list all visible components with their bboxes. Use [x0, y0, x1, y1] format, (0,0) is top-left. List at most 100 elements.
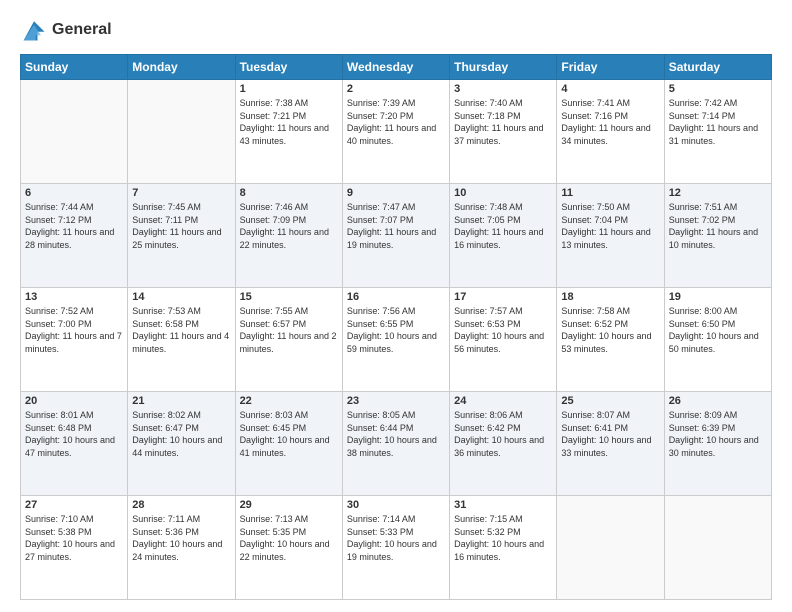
- day-cell: 27 Sunrise: 7:10 AMSunset: 5:38 PMDayligh…: [21, 496, 128, 600]
- day-info: Sunrise: 7:14 AMSunset: 5:33 PMDaylight:…: [347, 513, 445, 563]
- weekday-header-thursday: Thursday: [450, 55, 557, 80]
- day-number: 24: [454, 395, 552, 407]
- week-row-3: 13 Sunrise: 7:52 AMSunset: 7:00 PMDayligh…: [21, 288, 772, 392]
- day-cell: [128, 80, 235, 184]
- weekday-header-friday: Friday: [557, 55, 664, 80]
- day-number: 2: [347, 83, 445, 95]
- day-info: Sunrise: 7:53 AMSunset: 6:58 PMDaylight:…: [132, 305, 230, 355]
- day-cell: 5 Sunrise: 7:42 AMSunset: 7:14 PMDaylight…: [664, 80, 771, 184]
- day-number: 26: [669, 395, 767, 407]
- day-info: Sunrise: 7:44 AMSunset: 7:12 PMDaylight:…: [25, 201, 123, 251]
- day-cell: 31Sunrise: 7:15 AMSunset: 5:32 PMDayligh…: [450, 496, 557, 600]
- day-info: Sunrise: 7:51 AMSunset: 7:02 PMDaylight:…: [669, 201, 767, 251]
- day-number: 21: [132, 395, 230, 407]
- week-row-4: 20Sunrise: 8:01 AMSunset: 6:48 PMDayligh…: [21, 392, 772, 496]
- day-number: 6: [25, 187, 123, 199]
- day-cell: 11Sunrise: 7:50 AMSunset: 7:04 PMDayligh…: [557, 184, 664, 288]
- day-cell: 6 Sunrise: 7:44 AMSunset: 7:12 PMDaylight…: [21, 184, 128, 288]
- day-number: 4: [561, 83, 659, 95]
- header: General: [20, 16, 772, 44]
- day-cell: 28Sunrise: 7:11 AMSunset: 5:36 PMDayligh…: [128, 496, 235, 600]
- day-info: Sunrise: 7:52 AMSunset: 7:00 PMDaylight:…: [25, 305, 123, 355]
- day-info: Sunrise: 7:38 AMSunset: 7:21 PMDaylight:…: [240, 97, 338, 147]
- day-cell: 22 Sunrise: 8:03 AMSunset: 6:45 PMDayligh…: [235, 392, 342, 496]
- day-cell: 7 Sunrise: 7:45 AMSunset: 7:11 PMDaylight…: [128, 184, 235, 288]
- day-number: 17: [454, 291, 552, 303]
- day-info: Sunrise: 8:07 AMSunset: 6:41 PMDaylight:…: [561, 409, 659, 459]
- day-number: 16: [347, 291, 445, 303]
- day-number: 18: [561, 291, 659, 303]
- day-info: Sunrise: 8:05 AMSunset: 6:44 PMDaylight:…: [347, 409, 445, 459]
- day-info: Sunrise: 7:41 AMSunset: 7:16 PMDaylight:…: [561, 97, 659, 147]
- day-cell: 21 Sunrise: 8:02 AMSunset: 6:47 PMDayligh…: [128, 392, 235, 496]
- day-number: 19: [669, 291, 767, 303]
- day-cell: [21, 80, 128, 184]
- day-info: Sunrise: 7:50 AMSunset: 7:04 PMDaylight:…: [561, 201, 659, 251]
- day-number: 5: [669, 83, 767, 95]
- day-cell: 1Sunrise: 7:38 AMSunset: 7:21 PMDaylight…: [235, 80, 342, 184]
- day-info: Sunrise: 7:40 AMSunset: 7:18 PMDaylight:…: [454, 97, 552, 147]
- day-cell: 12 Sunrise: 7:51 AMSunset: 7:02 PMDayligh…: [664, 184, 771, 288]
- day-cell: 3 Sunrise: 7:40 AMSunset: 7:18 PMDaylight…: [450, 80, 557, 184]
- day-info: Sunrise: 7:39 AMSunset: 7:20 PMDaylight:…: [347, 97, 445, 147]
- day-cell: 9 Sunrise: 7:47 AMSunset: 7:07 PMDaylight…: [342, 184, 449, 288]
- logo: General: [20, 16, 112, 44]
- day-info: Sunrise: 7:47 AMSunset: 7:07 PMDaylight:…: [347, 201, 445, 251]
- day-info: Sunrise: 8:03 AMSunset: 6:45 PMDaylight:…: [240, 409, 338, 459]
- day-number: 7: [132, 187, 230, 199]
- day-cell: 13 Sunrise: 7:52 AMSunset: 7:00 PMDayligh…: [21, 288, 128, 392]
- page: General SundayMondayTuesdayWednesdayThur…: [0, 0, 792, 612]
- day-cell: 26Sunrise: 8:09 AMSunset: 6:39 PMDayligh…: [664, 392, 771, 496]
- calendar-table: SundayMondayTuesdayWednesdayThursdayFrid…: [20, 54, 772, 600]
- week-row-5: 27 Sunrise: 7:10 AMSunset: 5:38 PMDayligh…: [21, 496, 772, 600]
- day-number: 14: [132, 291, 230, 303]
- day-number: 3: [454, 83, 552, 95]
- day-info: Sunrise: 7:48 AMSunset: 7:05 PMDaylight:…: [454, 201, 552, 251]
- day-number: 27: [25, 499, 123, 511]
- day-cell: 29Sunrise: 7:13 AMSunset: 5:35 PMDayligh…: [235, 496, 342, 600]
- day-info: Sunrise: 7:55 AMSunset: 6:57 PMDaylight:…: [240, 305, 338, 355]
- day-cell: 2 Sunrise: 7:39 AMSunset: 7:20 PMDaylight…: [342, 80, 449, 184]
- day-info: Sunrise: 8:06 AMSunset: 6:42 PMDaylight:…: [454, 409, 552, 459]
- day-number: 22: [240, 395, 338, 407]
- day-cell: 24 Sunrise: 8:06 AMSunset: 6:42 PMDayligh…: [450, 392, 557, 496]
- logo-text: General: [52, 21, 112, 39]
- day-cell: 15 Sunrise: 7:55 AMSunset: 6:57 PMDayligh…: [235, 288, 342, 392]
- day-cell: 16 Sunrise: 7:56 AMSunset: 6:55 PMDayligh…: [342, 288, 449, 392]
- day-cell: 10Sunrise: 7:48 AMSunset: 7:05 PMDayligh…: [450, 184, 557, 288]
- weekday-header-saturday: Saturday: [664, 55, 771, 80]
- weekday-header-wednesday: Wednesday: [342, 55, 449, 80]
- day-number: 12: [669, 187, 767, 199]
- day-info: Sunrise: 7:46 AMSunset: 7:09 PMDaylight:…: [240, 201, 338, 251]
- day-cell: 23 Sunrise: 8:05 AMSunset: 6:44 PMDayligh…: [342, 392, 449, 496]
- weekday-header-sunday: Sunday: [21, 55, 128, 80]
- day-cell: 14 Sunrise: 7:53 AMSunset: 6:58 PMDayligh…: [128, 288, 235, 392]
- day-cell: 20Sunrise: 8:01 AMSunset: 6:48 PMDayligh…: [21, 392, 128, 496]
- day-cell: 30 Sunrise: 7:14 AMSunset: 5:33 PMDayligh…: [342, 496, 449, 600]
- weekday-header-tuesday: Tuesday: [235, 55, 342, 80]
- day-number: 29: [240, 499, 338, 511]
- day-number: 25: [561, 395, 659, 407]
- day-info: Sunrise: 7:42 AMSunset: 7:14 PMDaylight:…: [669, 97, 767, 147]
- weekday-header-row: SundayMondayTuesdayWednesdayThursdayFrid…: [21, 55, 772, 80]
- day-info: Sunrise: 7:56 AMSunset: 6:55 PMDaylight:…: [347, 305, 445, 355]
- weekday-header-monday: Monday: [128, 55, 235, 80]
- day-number: 13: [25, 291, 123, 303]
- day-cell: [557, 496, 664, 600]
- day-info: Sunrise: 7:57 AMSunset: 6:53 PMDaylight:…: [454, 305, 552, 355]
- day-number: 9: [347, 187, 445, 199]
- day-info: Sunrise: 7:10 AMSunset: 5:38 PMDaylight:…: [25, 513, 123, 563]
- day-info: Sunrise: 7:11 AMSunset: 5:36 PMDaylight:…: [132, 513, 230, 563]
- week-row-2: 6 Sunrise: 7:44 AMSunset: 7:12 PMDaylight…: [21, 184, 772, 288]
- day-info: Sunrise: 7:15 AMSunset: 5:32 PMDaylight:…: [454, 513, 552, 563]
- day-cell: [664, 496, 771, 600]
- day-number: 8: [240, 187, 338, 199]
- day-number: 15: [240, 291, 338, 303]
- day-info: Sunrise: 7:45 AMSunset: 7:11 PMDaylight:…: [132, 201, 230, 251]
- day-info: Sunrise: 8:02 AMSunset: 6:47 PMDaylight:…: [132, 409, 230, 459]
- day-cell: 4 Sunrise: 7:41 AMSunset: 7:16 PMDaylight…: [557, 80, 664, 184]
- day-cell: 25 Sunrise: 8:07 AMSunset: 6:41 PMDayligh…: [557, 392, 664, 496]
- day-number: 30: [347, 499, 445, 511]
- logo-icon: [20, 16, 48, 44]
- day-number: 23: [347, 395, 445, 407]
